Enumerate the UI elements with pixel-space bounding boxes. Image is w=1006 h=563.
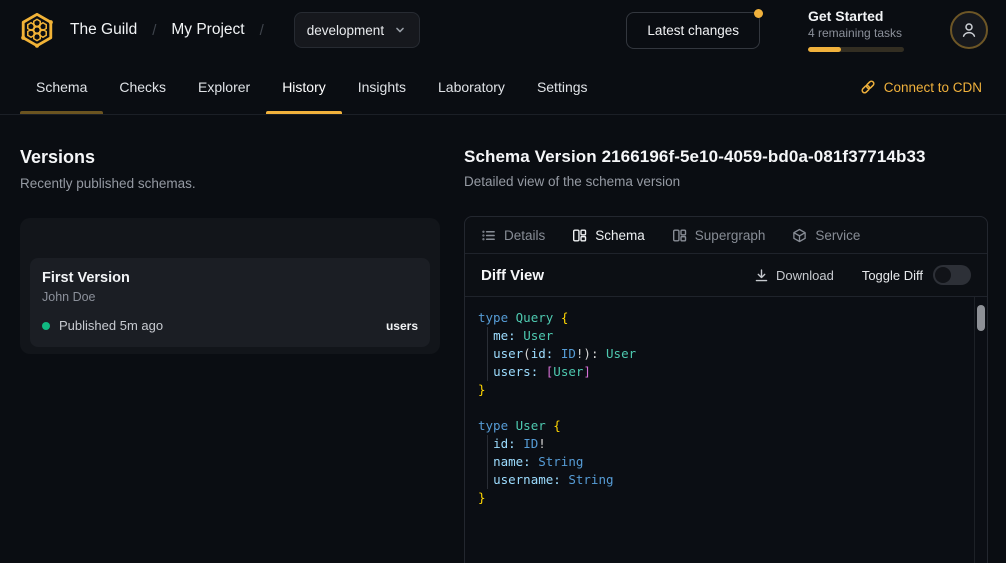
get-started-progressbar <box>808 47 904 52</box>
indent-guide <box>487 435 488 489</box>
scrollbar-track <box>974 297 975 563</box>
detail-tab-service[interactable]: Service <box>792 228 860 243</box>
code-content: type Query { me: User user(id: ID!): Use… <box>478 309 961 507</box>
list-icon <box>481 228 496 243</box>
tab-checks[interactable]: Checks <box>103 60 182 114</box>
version-status: Published 5m ago <box>59 318 163 333</box>
scrollbar-thumb[interactable] <box>977 305 985 331</box>
detail-tab-label: Details <box>504 228 545 243</box>
tab-settings[interactable]: Settings <box>521 60 604 114</box>
latest-changes-button[interactable]: Latest changes <box>626 12 760 49</box>
detail-tab-supergraph[interactable]: Supergraph <box>672 228 766 243</box>
detail-tab-label: Service <box>815 228 860 243</box>
diff-view-title: Diff View <box>481 267 544 284</box>
version-list-item[interactable]: First Version John Doe Published 5m ago … <box>30 258 430 347</box>
breadcrumb-separator: / <box>152 22 156 39</box>
target-nav: Schema Checks Explorer History Insights … <box>0 60 1006 115</box>
connect-to-cdn-label: Connect to CDN <box>884 80 982 95</box>
connect-to-cdn-button[interactable]: Connect to CDN <box>856 60 986 114</box>
chevron-down-icon <box>393 23 407 37</box>
cube-icon <box>792 228 807 243</box>
tab-laboratory[interactable]: Laboratory <box>422 60 521 114</box>
published-status-dot <box>42 322 50 330</box>
schema-code-editor[interactable]: type Query { me: User user(id: ID!): Use… <box>465 297 987 563</box>
tab-label: Settings <box>537 79 588 95</box>
tab-schema[interactable]: Schema <box>20 60 103 114</box>
get-started-tasks: 4 remaining tasks <box>808 26 904 40</box>
user-avatar[interactable] <box>950 11 988 49</box>
detail-tab-label: Schema <box>595 228 645 243</box>
versions-list: First Version John Doe Published 5m ago … <box>20 218 440 354</box>
detail-tab-label: Supergraph <box>695 228 766 243</box>
target-select[interactable]: development <box>294 12 420 48</box>
versions-panel: Versions Recently published schemas. Fir… <box>20 147 440 563</box>
link-icon <box>860 79 876 95</box>
get-started-progress-fill <box>808 47 841 52</box>
get-started-widget[interactable]: Get Started 4 remaining tasks <box>808 8 904 52</box>
tab-label: Insights <box>358 79 406 95</box>
get-started-title: Get Started <box>808 8 904 24</box>
toggle-knob <box>935 267 951 283</box>
schema-view-panel: Details Schema <box>464 216 988 563</box>
download-icon <box>754 268 769 283</box>
main-content: Versions Recently published schemas. Fir… <box>0 115 1006 563</box>
tab-label: Checks <box>119 79 166 95</box>
detail-tab-details[interactable]: Details <box>481 228 545 243</box>
columns-icon <box>672 228 687 243</box>
versions-subtitle: Recently published schemas. <box>20 176 440 191</box>
latest-changes-label: Latest changes <box>647 23 739 38</box>
download-label: Download <box>776 268 834 283</box>
tab-label: History <box>282 79 326 95</box>
person-icon <box>960 21 978 39</box>
tab-label: Schema <box>36 79 87 95</box>
tab-insights[interactable]: Insights <box>342 60 422 114</box>
version-detail-subtitle: Detailed view of the schema version <box>464 174 988 189</box>
detail-tab-schema[interactable]: Schema <box>572 228 645 243</box>
columns-icon <box>572 228 587 243</box>
tab-explorer[interactable]: Explorer <box>182 60 266 114</box>
breadcrumb-org[interactable]: The Guild <box>70 21 137 39</box>
version-detail-title: Schema Version 2166196f-5e10-4059-bd0a-0… <box>464 147 988 167</box>
version-detail-panel: Schema Version 2166196f-5e10-4059-bd0a-0… <box>464 147 988 563</box>
diff-toolbar: Diff View Download Toggle Diff <box>465 254 987 297</box>
breadcrumb-project[interactable]: My Project <box>171 21 244 39</box>
tab-label: Explorer <box>198 79 250 95</box>
versions-title: Versions <box>20 147 440 168</box>
download-button[interactable]: Download <box>754 268 834 283</box>
target-select-value: development <box>307 23 384 38</box>
hive-logo-icon[interactable] <box>18 11 56 49</box>
version-author: John Doe <box>42 290 418 304</box>
toggle-diff-switch[interactable] <box>933 265 971 285</box>
toggle-diff-label: Toggle Diff <box>862 268 923 283</box>
version-service-badge: users <box>386 319 418 333</box>
app-header: The Guild / My Project / development Lat… <box>0 0 1006 60</box>
breadcrumb-separator: / <box>260 22 264 39</box>
notification-dot <box>754 9 763 18</box>
tab-label: Laboratory <box>438 79 505 95</box>
indent-guide <box>487 327 488 381</box>
version-name: First Version <box>42 270 418 286</box>
tab-history[interactable]: History <box>266 60 342 114</box>
detail-tabs: Details Schema <box>465 217 987 254</box>
